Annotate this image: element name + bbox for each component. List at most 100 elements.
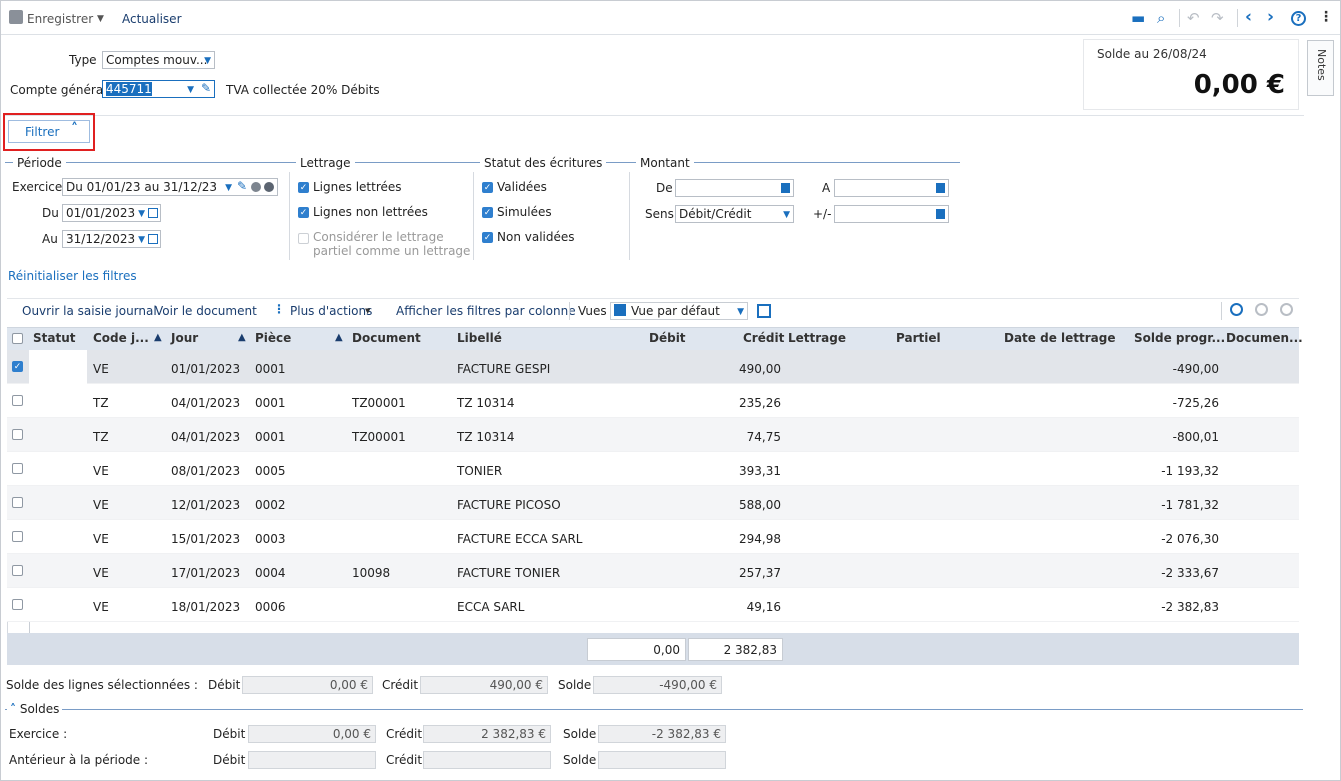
anterieur-label: Antérieur à la période : <box>9 753 149 767</box>
partiel-checkbox[interactable] <box>298 233 309 244</box>
table-row[interactable]: VE 08/01/2023 0005 TONIER 393,31 -1 193,32 <box>7 452 1299 486</box>
row-checkbox[interactable] <box>12 565 23 576</box>
zoom-out-icon[interactable] <box>1255 303 1268 316</box>
save-icon[interactable] <box>9 10 23 24</box>
account-field[interactable]: 445711 ▼ ✎ <box>102 80 215 98</box>
exercice-select[interactable]: Du 01/01/23 au 31/12/23 ▼ ✎ <box>62 178 278 196</box>
show-column-filters-button[interactable]: Afficher les filtres par colonne <box>396 304 576 318</box>
row-checkbox[interactable] <box>12 599 23 610</box>
soldes-title: Soldes <box>19 702 60 716</box>
libelle-cell: FACTURE ECCA SARL <box>457 532 583 546</box>
previous-icon[interactable]: ‹ <box>1245 9 1252 26</box>
table-row[interactable]: TZ 04/01/2023 0001 TZ00001 TZ 10314 74,75 -800… <box>7 418 1299 452</box>
notes-tab[interactable]: Notes <box>1307 40 1334 96</box>
lettrage-title: Lettrage <box>296 156 355 170</box>
lettrees-checkbox[interactable]: ✓ <box>298 182 309 193</box>
non-validees-checkbox[interactable]: ✓ <box>482 232 493 243</box>
balance-value: 0,00 € <box>1193 70 1285 100</box>
undo-icon[interactable]: ↶ <box>1187 11 1200 26</box>
selection-solde-label: Solde <box>558 678 592 692</box>
soldes-header[interactable]: ˄ Soldes <box>7 702 63 716</box>
solde-cell: -490,00 <box>1172 362 1219 376</box>
view-select[interactable]: Vue par défaut ▼ <box>610 302 748 320</box>
zoom-in-icon[interactable] <box>1280 303 1293 316</box>
code-cell: VE <box>93 362 109 376</box>
au-label: Au <box>42 232 58 246</box>
de-amount-field[interactable] <box>675 179 794 197</box>
row-checkbox[interactable]: ✓ <box>12 361 23 372</box>
refresh-button[interactable]: Actualiser <box>122 12 182 26</box>
code-cell: VE <box>93 464 109 478</box>
search-icon[interactable] <box>1230 303 1243 316</box>
table-row[interactable]: VE 12/01/2023 0002 FACTURE PICOSO 588,00 -1 7… <box>7 486 1299 520</box>
row-checkbox[interactable] <box>12 395 23 406</box>
redo-icon[interactable]: ↷ <box>1211 11 1224 26</box>
help-icon[interactable]: ? <box>1291 11 1306 26</box>
col-lettrage[interactable]: Lettrage <box>788 331 846 345</box>
type-select[interactable]: Comptes mouv... ▼ <box>102 51 215 69</box>
a-amount-field[interactable] <box>834 179 949 197</box>
exercice-credit-value: 2 382,83 € <box>423 725 551 743</box>
solde-cell: -725,26 <box>1172 396 1219 410</box>
non-lettrees-checkbox[interactable]: ✓ <box>298 207 309 218</box>
credit-cell: 490,00 <box>739 362 781 376</box>
col-partiel[interactable]: Partiel <box>896 331 941 345</box>
row-checkbox[interactable] <box>12 497 23 508</box>
next-icon[interactable]: › <box>1267 9 1274 26</box>
main-toolbar: Enregistrer ▼ Actualiser ▬ ⌕ ↶ ↷ ‹ › ? ⋮ <box>1 1 1340 35</box>
sens-label: Sens <box>645 207 674 221</box>
anterieur-solde-value <box>598 751 726 769</box>
table-row[interactable]: TZ 04/01/2023 0001 TZ00001 TZ 10314 235,26 -72… <box>7 384 1299 418</box>
reset-filters-link[interactable]: Réinitialiser les filtres <box>8 269 137 283</box>
credit-cell: 257,37 <box>739 566 781 580</box>
balance-panel: Solde au 26/08/24 0,00 € <box>1083 39 1299 110</box>
col-code-journal[interactable]: Code j... <box>93 331 149 345</box>
col-piece[interactable]: Pièce <box>255 331 291 345</box>
credit-cell: 74,75 <box>746 430 781 444</box>
table-row[interactable]: ✓ VE 01/01/2023 0001 FACTURE GESPI 490,00 -490… <box>7 350 1299 384</box>
lettrees-label: Lignes lettrées <box>313 180 402 194</box>
preview-icon[interactable]: ⌕ <box>1157 11 1165 26</box>
du-date-field[interactable]: 01/01/2023 ▼ <box>62 204 161 222</box>
view-document-button[interactable]: Voir le document <box>155 304 257 318</box>
col-debit[interactable]: Débit <box>649 331 686 345</box>
print-icon[interactable]: ▬ <box>1131 11 1145 26</box>
more-actions-button[interactable]: Plus d'actions <box>290 304 372 318</box>
col-libelle[interactable]: Libellé <box>457 331 502 345</box>
simulees-checkbox[interactable]: ✓ <box>482 207 493 218</box>
select-all-checkbox[interactable] <box>12 333 23 344</box>
manage-views-icon[interactable] <box>757 304 771 318</box>
row-checkbox[interactable] <box>12 463 23 474</box>
exercice-balance-label: Exercice : <box>9 727 68 741</box>
plusminus-field[interactable] <box>834 205 949 223</box>
validees-checkbox[interactable]: ✓ <box>482 182 493 193</box>
non-validees-label: Non validées <box>497 230 575 244</box>
col-document[interactable]: Document <box>352 331 421 345</box>
col-date-lettrage[interactable]: Date de lettrage <box>1004 331 1116 345</box>
open-journal-button[interactable]: Ouvrir la saisie journal <box>22 304 157 318</box>
soldes-line <box>5 709 1303 710</box>
jour-cell: 12/01/2023 <box>171 498 241 512</box>
col-jour[interactable]: Jour <box>171 331 198 345</box>
selection-solde-value: -490,00 € <box>593 676 722 694</box>
table-row[interactable]: VE 15/01/2023 0003 FACTURE ECCA SARL 294,98 -… <box>7 520 1299 554</box>
more-menu-icon[interactable]: ⋮ <box>1319 9 1333 25</box>
row-checkbox[interactable] <box>12 531 23 542</box>
save-dropdown-icon[interactable]: ▼ <box>97 14 104 24</box>
col-statut[interactable]: Statut <box>33 331 76 345</box>
table-row[interactable]: VE 17/01/2023 0004 10098 FACTURE TONIER 257,3… <box>7 554 1299 588</box>
col-solde-progressif[interactable]: Solde progr... <box>1134 331 1225 345</box>
save-button[interactable]: Enregistrer <box>27 12 93 26</box>
document-cell: TZ00001 <box>352 430 406 444</box>
libelle-cell: ECCA SARL <box>457 600 525 614</box>
col-credit[interactable]: Crédit <box>743 331 784 345</box>
row-checkbox[interactable] <box>12 429 23 440</box>
exercice-label: Exercice <box>12 180 63 194</box>
au-date-field[interactable]: 31/12/2023 ▼ <box>62 230 161 248</box>
table-row[interactable]: VE 18/01/2023 0006 ECCA SARL 49,16 -2 382,83 <box>7 588 1299 622</box>
toolbar-separator <box>1237 9 1238 27</box>
col-document-2[interactable]: Documen... <box>1226 331 1303 345</box>
sens-select[interactable]: Débit/Crédit ▼ <box>675 205 794 223</box>
filter-toggle[interactable]: Filtrer ˄ <box>8 120 90 143</box>
exercice-solde-value: -2 382,83 € <box>598 725 726 743</box>
